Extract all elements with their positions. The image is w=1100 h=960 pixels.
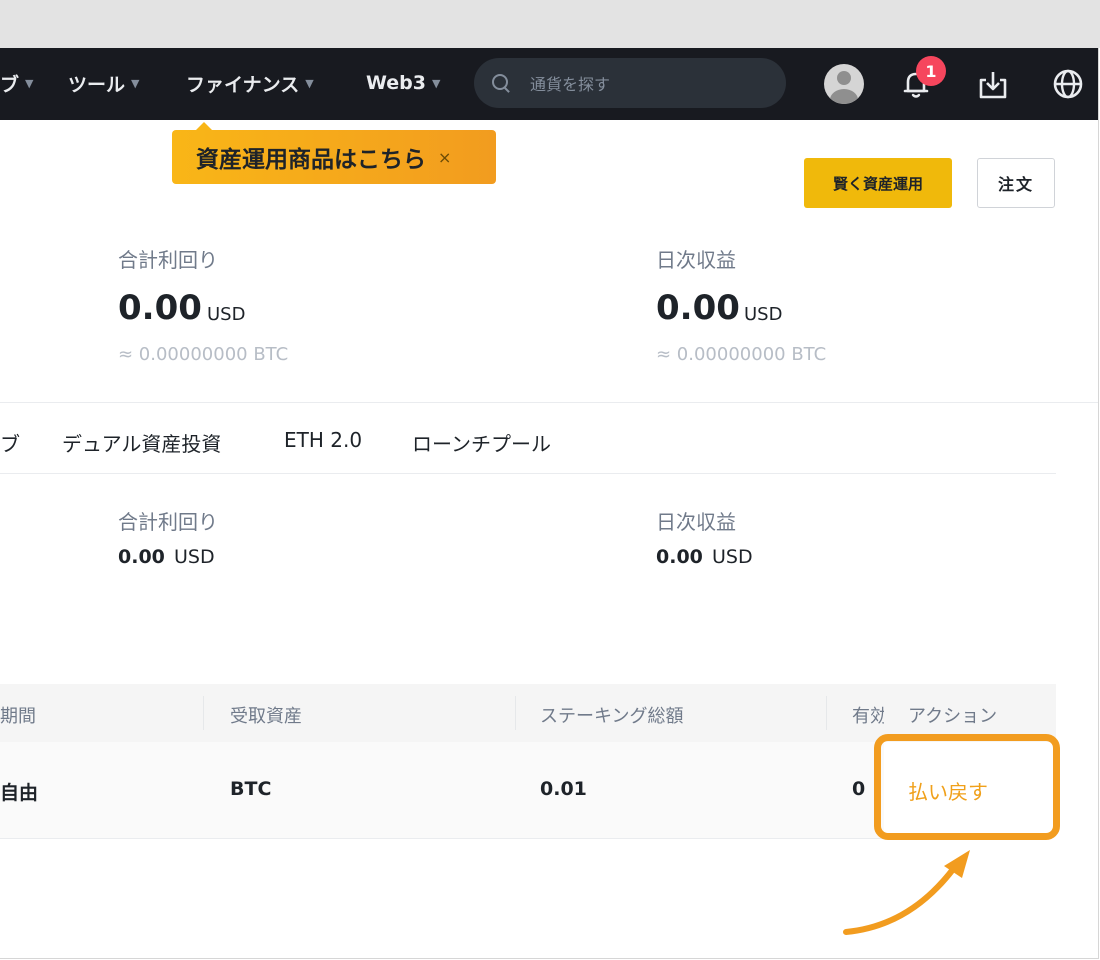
caret-down-icon: ▼ [131,76,140,90]
nav-item-label: ツール [68,73,126,96]
search-icon [492,74,508,90]
tooltip-text: 資産運用商品はこちら [196,147,426,173]
total-yield-btc: ≈ 0.00000000 BTC [118,344,289,365]
search-box[interactable] [474,58,786,108]
caret-down-icon: ▼ [305,76,314,90]
total-yield-value: 0.00 [118,288,202,328]
total-yield-unit: USD [207,304,246,325]
orders-button[interactable]: 注文 [977,158,1055,208]
sub-daily-value: 0.00 [656,546,703,568]
cell-amount: 0.01 [540,778,587,800]
nav-item-tools[interactable]: ツール ▼ [68,70,139,96]
sub-yield-unit: USD [174,546,215,568]
earn-tooltip: 資産運用商品はこちら × [172,122,496,184]
search-input[interactable] [528,70,772,98]
column-header-period: 期間 [0,706,36,727]
top-navbar: ブ ▼ ツール ▼ ファイナンス ▼ Web3 ▼ 1 [0,48,1098,120]
redeem-button[interactable]: 払い戻す [908,776,988,805]
daily-income-label: 日次収益 [656,248,736,272]
download-icon[interactable] [976,68,1010,102]
smart-earn-button[interactable]: 賢く資産運用 [804,158,952,208]
cell-asset: BTC [230,778,272,800]
column-separator [826,696,827,730]
browser-top-strip [0,0,1100,48]
nav-item-label: Web3 [366,72,426,94]
sub-daily-unit: USD [712,546,753,568]
notification-badge: 1 [916,56,946,86]
nav-item-partial[interactable]: ブ ▼ [0,70,33,96]
daily-income-btc: ≈ 0.00000000 BTC [656,344,827,365]
cell-effective: 0 [852,778,866,800]
column-header-effective: 有効 [852,706,888,727]
tab-dual-investment[interactable]: デュアル資産投資 [62,428,221,457]
column-header-staked-amount: ステーキング総額 [540,706,684,727]
caret-down-icon: ▼ [25,76,34,90]
caret-down-icon: ▼ [432,76,441,90]
app-window: ブ ▼ ツール ▼ ファイナンス ▼ Web3 ▼ 1 [0,48,1099,959]
cell-period: 自由 [0,782,39,804]
nav-item-label: ファイナンス [186,73,300,96]
close-icon[interactable]: × [438,148,451,167]
tab-launchpool[interactable]: ローンチプール [412,428,551,457]
tab-partial[interactable]: ブ [0,428,20,457]
nav-item-web3[interactable]: Web3 ▼ [366,70,440,96]
tab-eth2[interactable]: ETH 2.0 [284,428,362,452]
divider [0,473,1056,474]
column-header-action: アクション [908,706,998,727]
pointer-arrow-icon [843,850,970,935]
daily-income-unit: USD [744,304,783,325]
daily-income-value: 0.00 [656,288,740,328]
nav-item-label: ブ [0,73,20,96]
column-separator [203,696,204,730]
divider [0,402,1098,403]
sub-yield-label: 合計利回り [118,510,218,534]
total-yield-label: 合計利回り [118,248,218,272]
avatar[interactable] [824,64,864,104]
nav-item-finance[interactable]: ファイナンス ▼ [186,70,314,96]
sub-daily-label: 日次収益 [656,510,736,534]
globe-icon[interactable] [1050,66,1086,102]
sub-yield-value: 0.00 [118,546,165,568]
column-separator [515,696,516,730]
column-header-asset: 受取資産 [230,706,302,727]
